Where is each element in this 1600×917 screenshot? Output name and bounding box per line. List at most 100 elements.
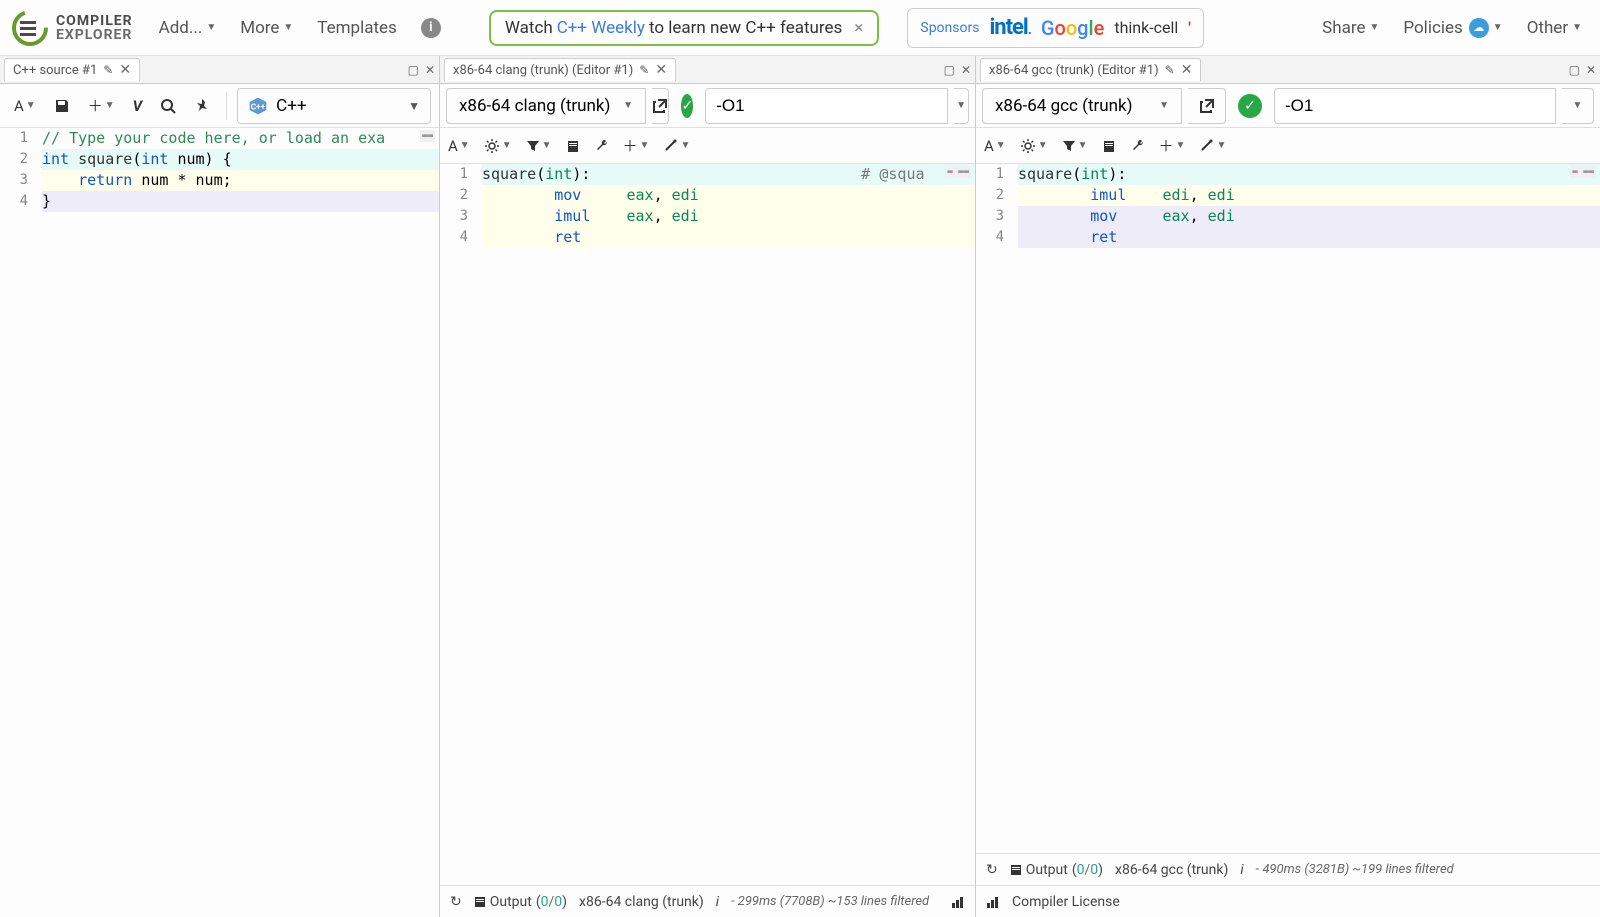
font-button[interactable]: A▼: [448, 137, 470, 155]
add-button[interactable]: ＋▼: [1159, 135, 1186, 156]
opts-dropdown-icon[interactable]: ▼: [954, 88, 969, 124]
compiler2-status-bar: ↻ Output (0/0) x86-64 gcc (trunk) i - 49…: [976, 853, 1600, 885]
promo-banner: Watch C++ Weekly to learn new C++ featur…: [489, 10, 880, 46]
close-icon[interactable]: ✕: [1181, 62, 1193, 78]
compiler2-tab-label: x86-64 gcc (trunk) (Editor #1): [989, 63, 1159, 78]
info-icon[interactable]: i: [716, 894, 719, 910]
timing-text: - 490ms (3281B) ~199 lines filtered: [1256, 862, 1454, 877]
status-ok-icon: ✓: [1238, 94, 1262, 118]
add-button[interactable]: ＋▼: [82, 91, 121, 120]
compiler1-tab[interactable]: x86-64 clang (trunk) (Editor #1) ✎ ✕: [444, 58, 676, 81]
wand-icon[interactable]: ▼: [663, 138, 690, 153]
pencil-icon[interactable]: ✎: [1165, 63, 1175, 77]
nav-templates[interactable]: Templates: [309, 12, 405, 44]
compiler1-name: x86-64 clang (trunk): [459, 96, 610, 116]
book-icon[interactable]: [1102, 139, 1116, 153]
compiler2-pane: x86-64 gcc (trunk) (Editor #1) ✎ ✕ ▢ ✕ x…: [976, 56, 1600, 917]
compiler1-tab-label: x86-64 clang (trunk) (Editor #1): [453, 63, 633, 78]
compiler2-opts-input[interactable]: [1274, 88, 1556, 124]
banner-close-icon[interactable]: ×: [854, 18, 863, 38]
gear-icon[interactable]: ▼: [1020, 138, 1048, 154]
source-tab-bar: C++ source #1 ✎ ✕ ▢ ✕: [0, 56, 439, 84]
source-editor[interactable]: ▬▬ 1// Type your code here, or load an e…: [0, 128, 439, 917]
source-tab[interactable]: C++ source #1 ✎ ✕: [4, 58, 140, 81]
external-link-icon[interactable]: [1188, 88, 1226, 124]
pencil-icon[interactable]: ✎: [639, 63, 649, 77]
logo[interactable]: COMPILER EXPLORER: [10, 8, 133, 48]
opts-dropdown-icon[interactable]: ▼: [1562, 88, 1594, 124]
compiler-name-status: x86-64 gcc (trunk): [1115, 862, 1228, 878]
filter-icon[interactable]: ▼: [1062, 139, 1088, 153]
close-pane-icon[interactable]: ✕: [1586, 63, 1596, 77]
nav-policies[interactable]: Policies☁ ▼: [1395, 12, 1510, 44]
minimap-icon: ▬ ▬▬: [1570, 166, 1596, 178]
close-pane-icon[interactable]: ✕: [961, 63, 971, 77]
source-tab-label: C++ source #1: [13, 63, 97, 78]
compiler1-opts-input[interactable]: [705, 88, 948, 124]
search-icon[interactable]: [154, 94, 182, 118]
close-pane-icon[interactable]: ✕: [425, 63, 435, 77]
nav-other[interactable]: Other ▼: [1519, 12, 1590, 44]
maximize-icon[interactable]: ▢: [408, 63, 419, 77]
vim-button[interactable]: V: [127, 93, 149, 119]
compiler1-editor[interactable]: ▬ ▬▬ 1square(int): # @squa2 mov eax, edi…: [440, 164, 975, 885]
external-link-icon[interactable]: [652, 88, 669, 124]
timing-text: - 299ms (7708B) ~153 lines filtered: [731, 894, 929, 909]
book-icon[interactable]: [566, 139, 580, 153]
info-icon[interactable]: i: [1240, 862, 1243, 878]
nav-more[interactable]: More ▼: [232, 12, 301, 44]
sponsors-label: Sponsors: [920, 20, 979, 36]
language-select[interactable]: C++ C++ ▼: [237, 88, 431, 124]
minimap-icon: ▬ ▬▬: [945, 166, 971, 178]
info-icon[interactable]: i: [421, 18, 441, 38]
compiler-name-status: x86-64 clang (trunk): [579, 894, 704, 910]
svg-text:C++: C++: [251, 102, 266, 112]
wrench-icon[interactable]: [1130, 138, 1145, 153]
compiler2-editor[interactable]: ▬ ▬▬ 1square(int):2 imul edi, edi3 mov e…: [976, 164, 1600, 853]
refresh-icon[interactable]: ↻: [986, 862, 998, 878]
save-button[interactable]: [48, 94, 76, 118]
source-toolbar: A▼ ＋▼ V C++ C++ ▼: [0, 84, 439, 128]
chart-icon[interactable]: [986, 895, 1000, 909]
compiler2-license-bar: Compiler License: [976, 885, 1600, 917]
chart-icon[interactable]: [951, 895, 965, 909]
nav-share[interactable]: Share ▼: [1314, 12, 1387, 44]
filter-icon[interactable]: ▼: [526, 139, 552, 153]
compiler1-pane: x86-64 clang (trunk) (Editor #1) ✎ ✕ ▢ ✕…: [440, 56, 976, 917]
license-text[interactable]: Compiler License: [1012, 894, 1120, 910]
compiler2-select[interactable]: x86-64 gcc (trunk) ▼: [982, 88, 1182, 124]
nav-add[interactable]: Add... ▼: [151, 12, 225, 44]
compiler1-tab-bar: x86-64 clang (trunk) (Editor #1) ✎ ✕ ▢ ✕: [440, 56, 975, 84]
compiler1-select[interactable]: x86-64 clang (trunk) ▼: [446, 88, 646, 124]
compiler2-tab[interactable]: x86-64 gcc (trunk) (Editor #1) ✎ ✕: [980, 58, 1201, 81]
compiler2-tab-bar: x86-64 gcc (trunk) (Editor #1) ✎ ✕ ▢ ✕: [976, 56, 1600, 84]
sponsors-box[interactable]: Sponsors intel. Google think-cell': [907, 8, 1204, 48]
font-button[interactable]: A▼: [8, 93, 42, 119]
source-pane: C++ source #1 ✎ ✕ ▢ ✕ A▼ ＋▼ V C++ C++ ▼: [0, 56, 440, 917]
pin-icon[interactable]: [188, 94, 216, 118]
wrench-icon[interactable]: [594, 138, 609, 153]
top-bar: COMPILER EXPLORER Add... ▼ More ▼ Templa…: [0, 0, 1600, 56]
banner-prefix: Watch: [505, 18, 553, 38]
maximize-icon[interactable]: ▢: [1569, 63, 1580, 77]
compiler2-bar: x86-64 gcc (trunk) ▼ ✓ ▼: [976, 84, 1600, 128]
compiler1-bar: x86-64 clang (trunk) ▼ ✓ ▼: [440, 84, 975, 128]
compiler1-status-bar: ↻ Output (0/0) x86-64 clang (trunk) i - …: [440, 885, 975, 917]
output-button[interactable]: Output (0/0): [1010, 862, 1103, 878]
close-icon[interactable]: ✕: [119, 62, 131, 78]
refresh-icon[interactable]: ↻: [450, 894, 462, 910]
logo-text: COMPILER EXPLORER: [56, 14, 133, 42]
gear-icon[interactable]: ▼: [484, 138, 512, 154]
add-button[interactable]: ＋▼: [623, 135, 650, 156]
status-ok-icon: ✓: [681, 94, 693, 118]
banner-suffix: to learn new C++ features: [649, 18, 842, 38]
wand-icon[interactable]: ▼: [1199, 138, 1226, 153]
cpp-icon: C++: [248, 96, 268, 116]
output-button[interactable]: Output (0/0): [474, 894, 567, 910]
font-button[interactable]: A▼: [984, 137, 1006, 155]
maximize-icon[interactable]: ▢: [944, 63, 955, 77]
banner-link[interactable]: C++ Weekly: [557, 18, 645, 38]
close-icon[interactable]: ✕: [655, 62, 667, 78]
logo-icon: [10, 8, 50, 48]
pencil-icon[interactable]: ✎: [103, 63, 113, 77]
